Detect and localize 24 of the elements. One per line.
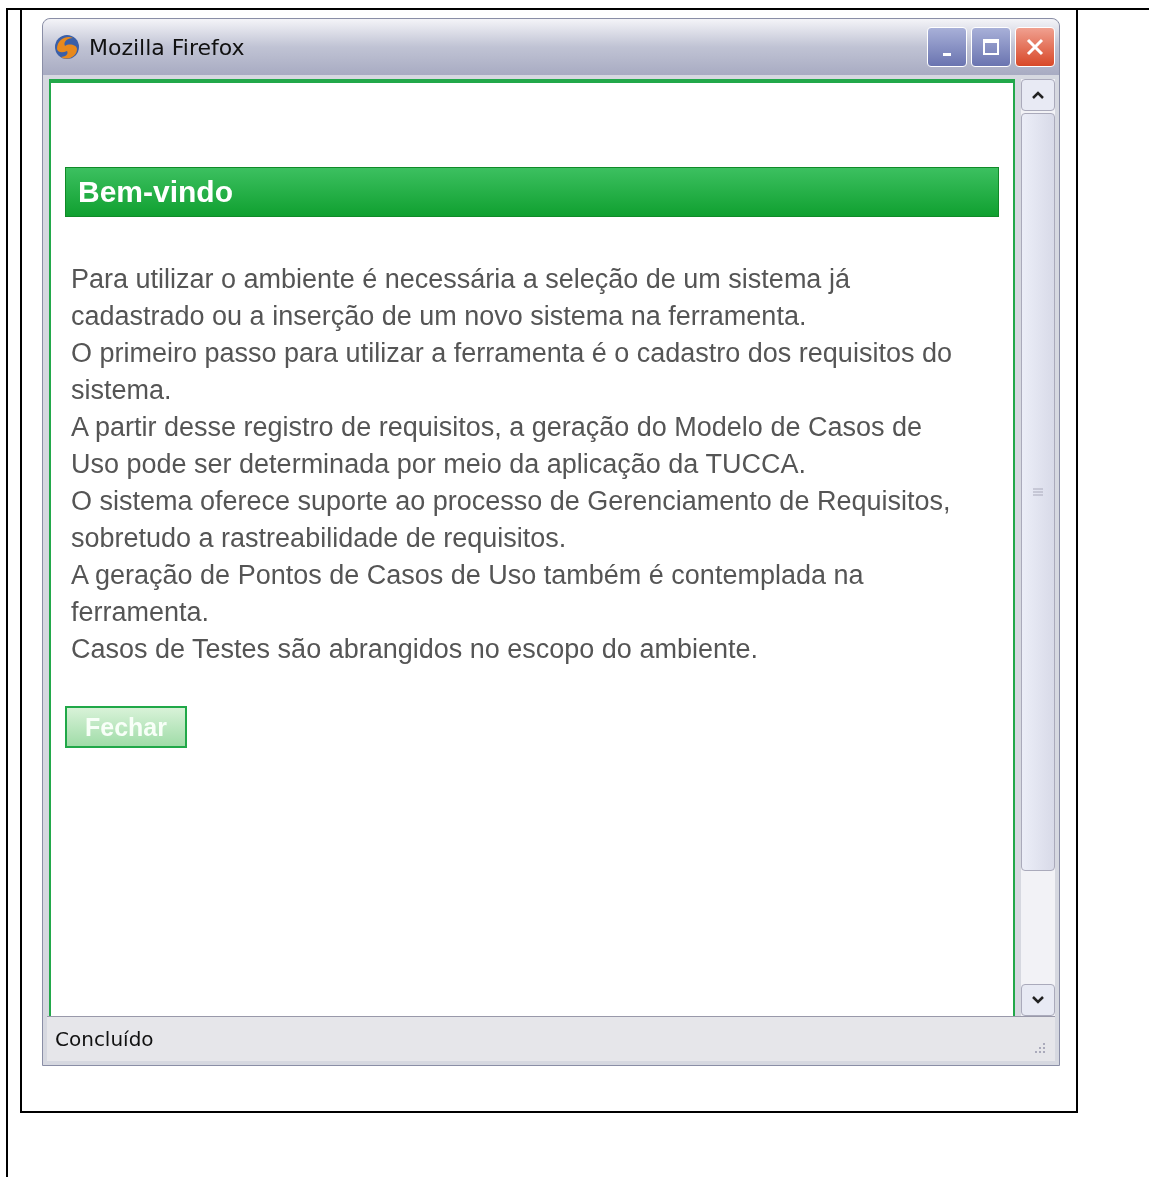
status-text: Concluído <box>55 1027 154 1051</box>
heading-banner: Bem-vindo <box>65 167 999 217</box>
paragraph: Casos de Testes são abrangidos no escopo do ambiente. <box>71 633 759 666</box>
scroll-down-button[interactable] <box>1021 984 1055 1016</box>
paragraph: Para utilizar o ambiente é necessária a seleção de um sistema já cadastrado ou a inserção de um novo sistema na ferramenta. <box>71 263 851 333</box>
close-button[interactable] <box>1015 27 1055 67</box>
window-title: Mozilla Firefox <box>89 34 246 60</box>
paragraph: A geração de Pontos de Casos de Uso também é contemplada na ferramenta. <box>71 559 865 629</box>
paragraph: O sistema oferece suporte ao processo de Gerenciamento de Requisitos, sobretudo a rastreabilidade de requisitos. <box>71 485 952 555</box>
grip-lines-icon <box>1033 488 1043 496</box>
scroll-up-button[interactable] <box>1021 79 1055 111</box>
maximize-icon <box>982 38 1000 56</box>
minimize-icon <box>943 52 951 56</box>
chevron-up-icon <box>1031 90 1045 100</box>
paragraph: O primeiro passo para utilizar a ferramenta é o cadastro dos requisitos do sistema. <box>71 337 953 407</box>
close-page-button[interactable]: Fechar <box>65 706 187 748</box>
close-icon <box>1025 37 1045 57</box>
maximize-button[interactable] <box>971 27 1011 67</box>
paragraph: A partir desse registro de requisitos, a geração do Modelo de Casos de Uso pode ser determinada por meio da aplicação da TUCCA. <box>71 411 923 481</box>
scrollbar[interactable] <box>1021 79 1055 1016</box>
scroll-thumb[interactable] <box>1021 113 1055 871</box>
globe-icon <box>53 33 81 61</box>
chevron-down-icon <box>1031 995 1045 1005</box>
minimize-button[interactable] <box>927 27 967 67</box>
